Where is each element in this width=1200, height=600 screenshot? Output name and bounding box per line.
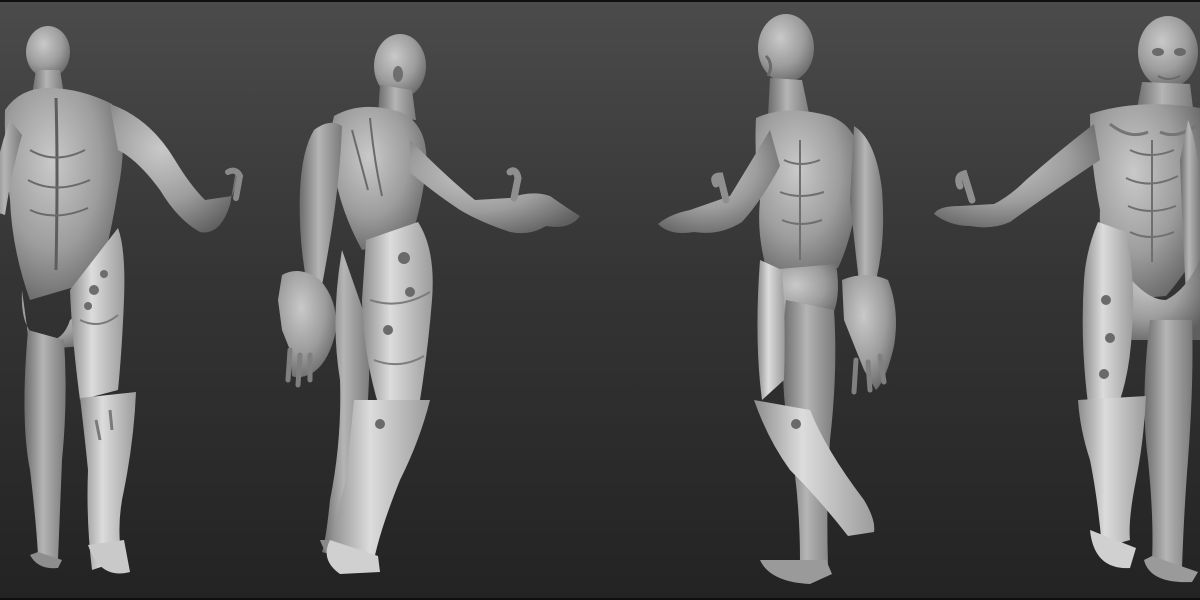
- body-mesh: [934, 16, 1200, 583]
- body-mesh: [278, 34, 580, 574]
- figure-side-view[interactable]: [270, 0, 590, 600]
- sculpt-viewport[interactable]: [0, 0, 1200, 600]
- body-mesh: [0, 26, 244, 574]
- figure-front-view[interactable]: [930, 0, 1200, 600]
- body-mesh: [658, 14, 896, 584]
- figure-back-view[interactable]: [0, 0, 260, 600]
- figure-right-front-view[interactable]: [650, 0, 930, 600]
